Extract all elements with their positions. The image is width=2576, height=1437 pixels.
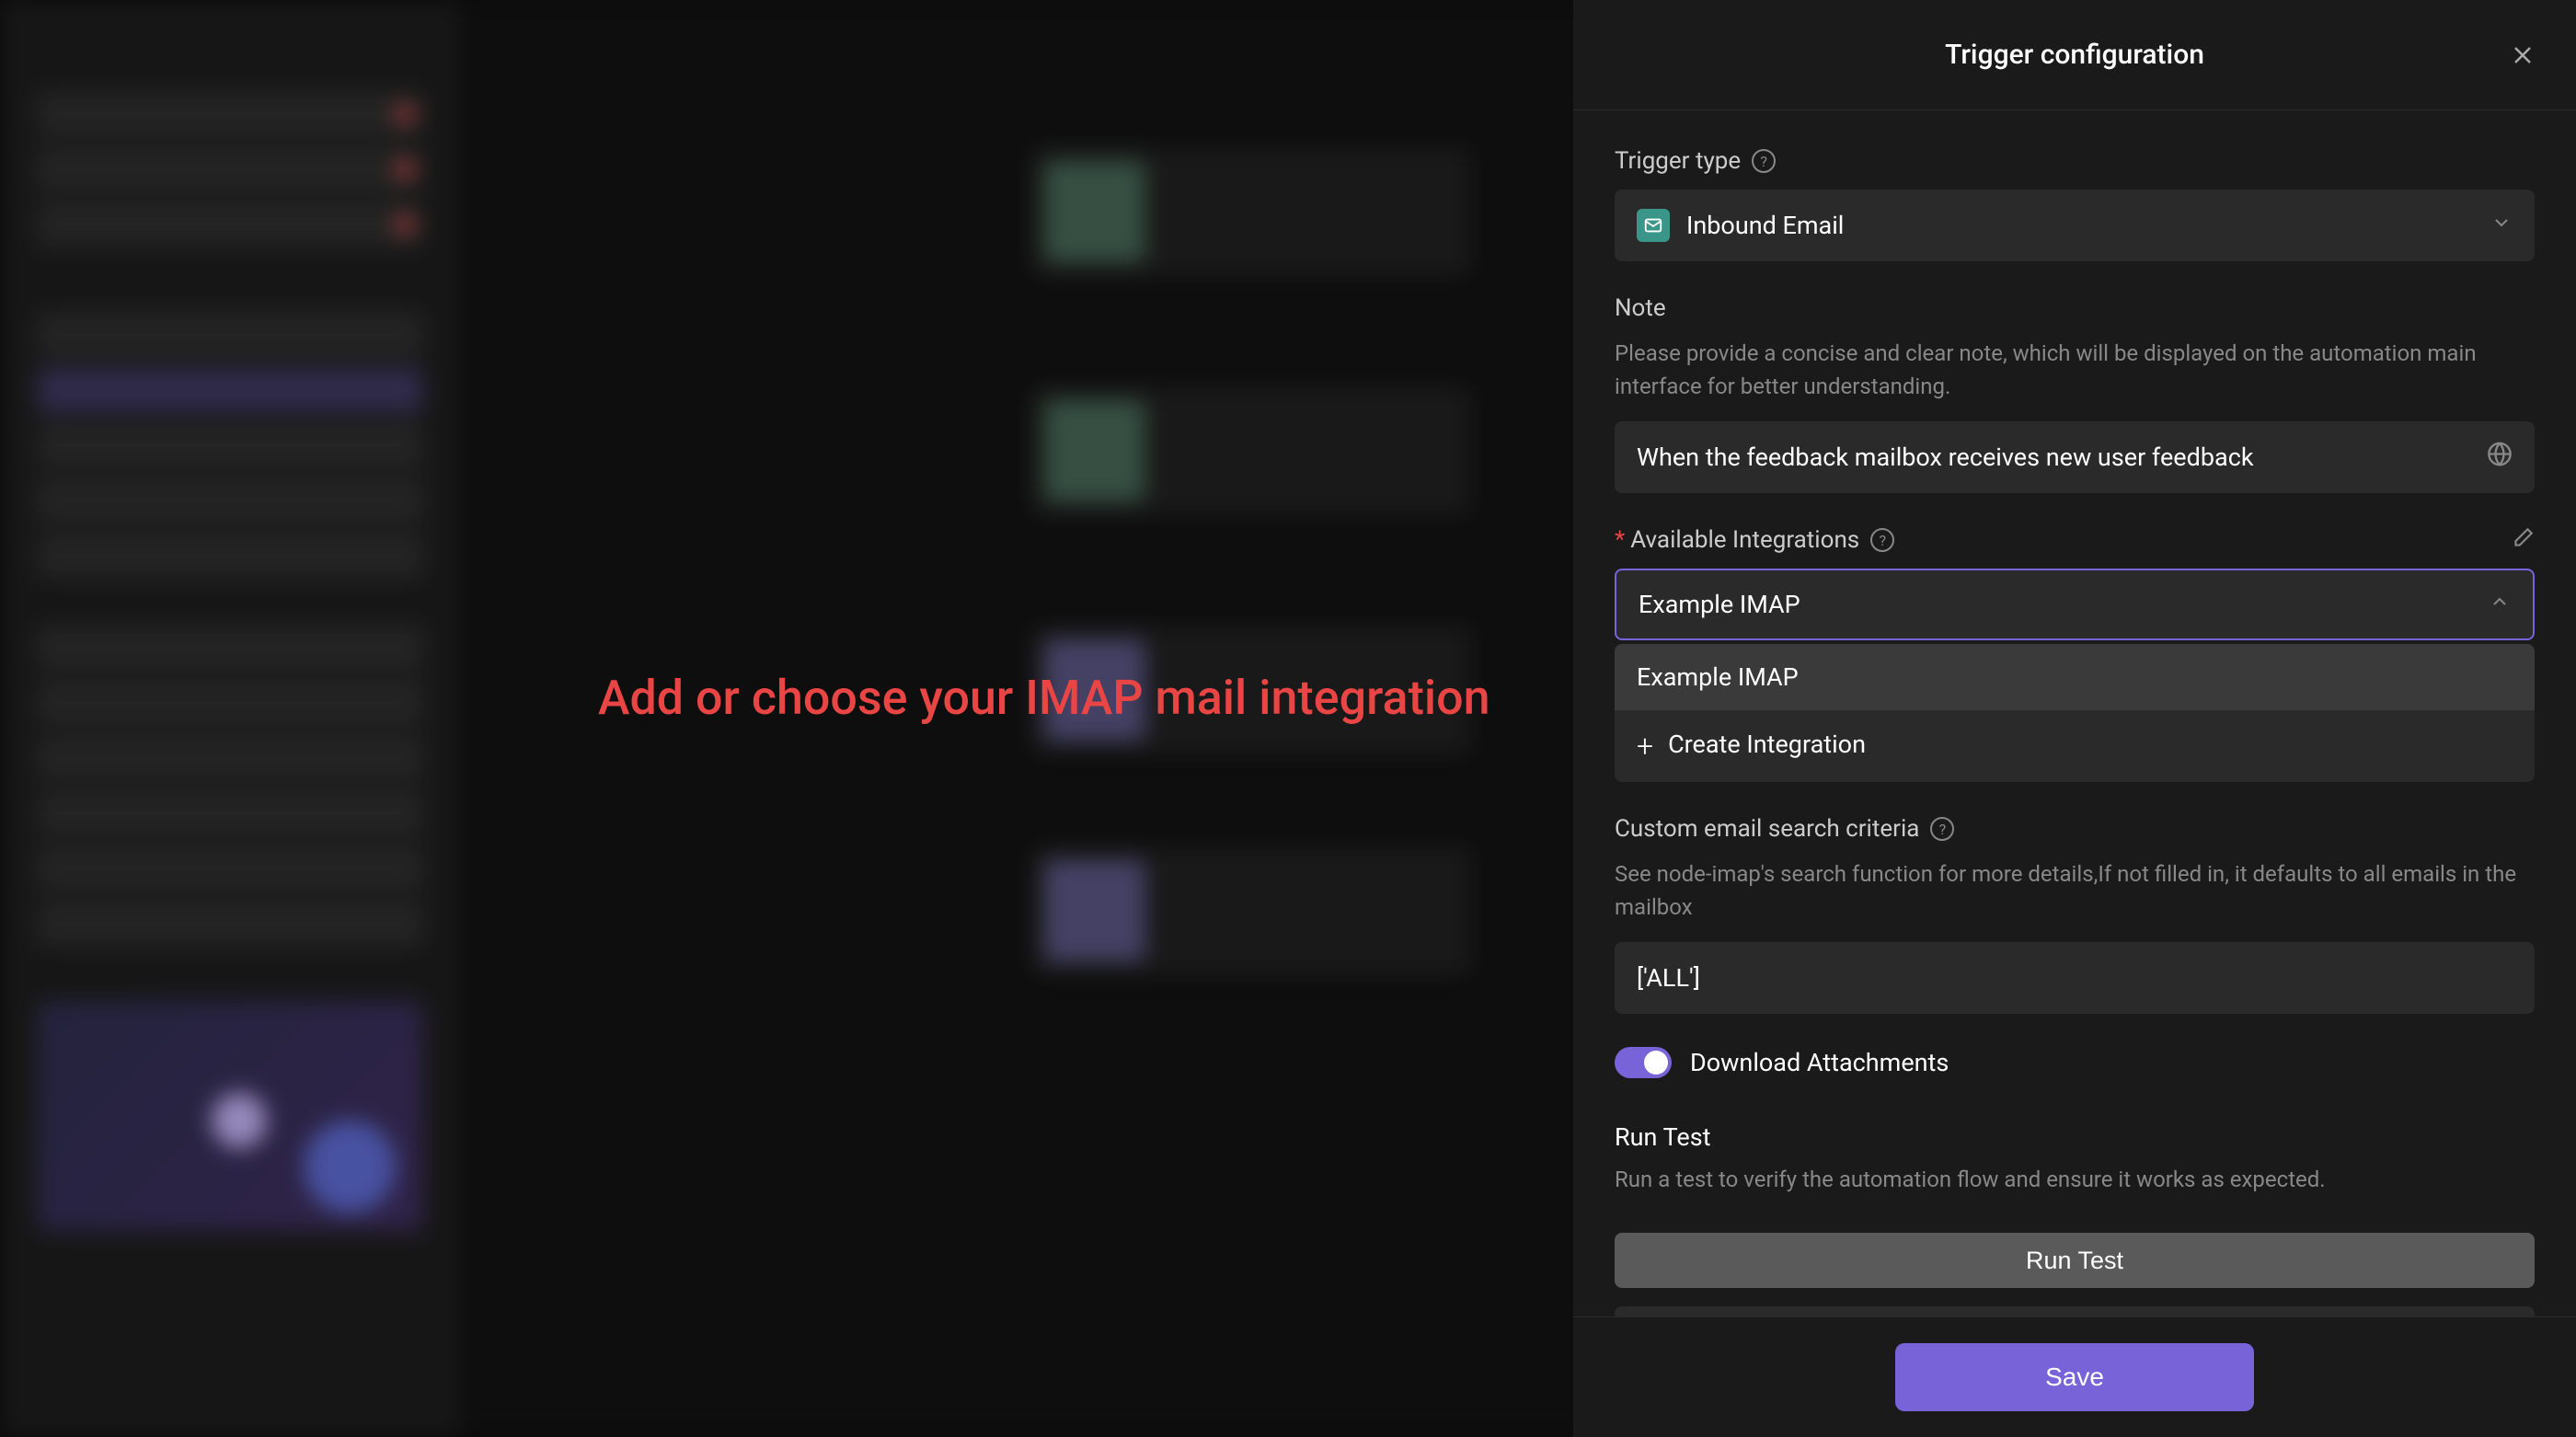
dropdown-option-create[interactable]: +Create Integration xyxy=(1615,710,2535,782)
close-button[interactable] xyxy=(2506,39,2539,72)
dropdown-option-example-imap[interactable]: Example IMAP xyxy=(1615,644,2535,710)
annotation-text: Add or choose your IMAP mail integration xyxy=(598,670,1490,726)
close-icon xyxy=(2512,44,2534,66)
partial-button[interactable] xyxy=(1615,1306,2535,1316)
search-criteria-label: Custom email search criteria ? xyxy=(1615,815,2535,843)
help-icon[interactable]: ? xyxy=(1752,149,1776,173)
search-criteria-description: See node-imap's search function for more… xyxy=(1615,857,2535,924)
integrations-label: *Available Integrations ? xyxy=(1615,526,1894,554)
search-criteria-input[interactable]: ['ALL'] xyxy=(1615,942,2535,1014)
run-test-title: Run Test xyxy=(1615,1122,2535,1152)
inbox-icon xyxy=(1637,209,1670,242)
help-icon[interactable]: ? xyxy=(1930,817,1954,841)
panel-footer: Save xyxy=(1573,1316,2576,1437)
note-label: Note xyxy=(1615,294,2535,322)
trigger-type-value: Inbound Email xyxy=(1686,211,1844,240)
integration-select[interactable]: Example IMAP xyxy=(1615,569,2535,640)
plus-icon: + xyxy=(1637,729,1653,764)
integration-value: Example IMAP xyxy=(1639,590,1800,619)
note-input[interactable]: When the feedback mailbox receives new u… xyxy=(1615,421,2535,493)
panel-body: Trigger type ? Inbound Email Note Please… xyxy=(1573,110,2576,1316)
globe-icon[interactable] xyxy=(2487,442,2513,474)
chevron-down-icon xyxy=(2490,211,2513,240)
download-attachments-label: Download Attachments xyxy=(1690,1048,1949,1077)
chevron-up-icon xyxy=(2489,590,2511,619)
note-description: Please provide a concise and clear note,… xyxy=(1615,337,2535,403)
edit-icon[interactable] xyxy=(2511,526,2535,554)
download-attachments-toggle[interactable] xyxy=(1615,1047,1672,1078)
run-test-description: Run a test to verify the automation flow… xyxy=(1615,1163,2535,1196)
help-icon[interactable]: ? xyxy=(1870,528,1894,552)
panel-title: Trigger configuration xyxy=(1945,39,2204,71)
save-button[interactable]: Save xyxy=(1895,1343,2254,1411)
panel-header: Trigger configuration xyxy=(1573,0,2576,110)
trigger-type-select[interactable]: Inbound Email xyxy=(1615,190,2535,261)
trigger-config-panel: Trigger configuration Trigger type ? Inb… xyxy=(1573,0,2576,1437)
run-test-button[interactable]: Run Test xyxy=(1615,1233,2535,1288)
trigger-type-label: Trigger type ? xyxy=(1615,147,2535,175)
integration-dropdown: Example IMAP +Create Integration xyxy=(1615,644,2535,782)
